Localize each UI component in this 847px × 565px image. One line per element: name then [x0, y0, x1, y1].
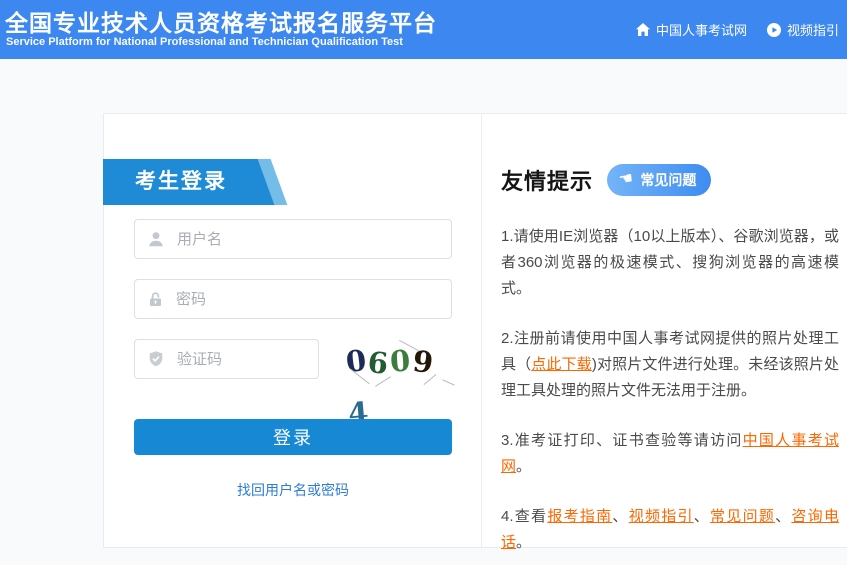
header: 全国专业技术人员资格考试报名服务平台 Service Platform for … — [0, 0, 847, 59]
main-card: 考生登录 06094 — [103, 113, 847, 548]
captcha-noise-line — [442, 379, 454, 385]
nav-link-label: 中国人事考试网 — [656, 20, 747, 39]
captcha-image[interactable]: 06094 — [346, 336, 454, 386]
page: 全国专业技术人员资格考试报名服务平台 Service Platform for … — [0, 0, 847, 565]
username-field — [134, 219, 452, 259]
login-panel-banner: 考生登录 — [103, 159, 279, 205]
tip-item-3: 3.准考证打印、证书查验等请访问中国人事考试网。 — [501, 428, 839, 480]
page-subtitle: Service Platform for National Profession… — [6, 36, 403, 48]
faq-button[interactable]: ☚ 常见问题 — [607, 164, 711, 196]
tip-text: 4.查看 — [501, 508, 547, 525]
tip-text: 、 — [612, 508, 628, 525]
tip-text: 、 — [694, 508, 710, 525]
tip-item-4: 4.查看报考指南、视频指引、常见问题、咨询电话。 — [501, 504, 839, 556]
tip-item-1: 1.请使用IE浏览器（10以上版本）、谷歌浏览器，或者360浏览器的极速模式、搜… — [501, 224, 839, 302]
faq-link[interactable]: 常见问题 — [710, 508, 775, 525]
login-panel-title: 考生登录 — [135, 159, 227, 205]
username-input[interactable] — [175, 230, 451, 249]
exam-guide-link[interactable]: 报考指南 — [547, 508, 612, 525]
shield-check-icon — [147, 350, 165, 368]
video-guide-link[interactable]: 视频指引 — [629, 508, 694, 525]
tips-panel: 友情提示 ☚ 常见问题 1.请使用IE浏览器（10以上版本）、谷歌浏览器，或者3… — [501, 164, 839, 565]
captcha-field — [134, 339, 319, 379]
tip-text: 。 — [516, 458, 531, 475]
user-icon — [147, 230, 165, 248]
recover-account-link[interactable]: 找回用户名或密码 — [134, 480, 452, 500]
nav-link-cpta-site[interactable]: 中国人事考试网 — [636, 20, 747, 39]
captcha-input[interactable] — [175, 350, 318, 369]
tips-header: 友情提示 ☚ 常见问题 — [501, 164, 839, 196]
tip-text: 1.请使用IE浏览器（10以上版本）、谷歌浏览器，或者360浏览器的极速模式、搜… — [501, 228, 839, 297]
tip-text: 、 — [775, 508, 791, 525]
login-button[interactable]: 登录 — [134, 419, 452, 455]
tip-item-2: 2.注册前请使用中国人事考试网提供的照片处理工具（点此下载)对照片文件进行处理。… — [501, 326, 839, 404]
play-icon — [767, 23, 781, 37]
tip-text: 3.准考证打印、证书查验等请访问 — [501, 432, 743, 449]
tips-title: 友情提示 — [501, 164, 593, 196]
captcha-digit: 9 — [409, 336, 437, 388]
tip-text: 。 — [516, 534, 531, 551]
password-input[interactable] — [174, 290, 451, 309]
nav-link-video-guide[interactable]: 视频指引 — [767, 20, 839, 39]
pointing-hand-icon: ☚ — [618, 171, 635, 189]
page-title: 全国专业技术人员资格考试报名服务平台 — [5, 4, 437, 38]
nav-link-label: 视频指引 — [787, 20, 839, 39]
home-icon — [636, 23, 650, 36]
header-nav: 中国人事考试网 视频指引 — [636, 0, 839, 59]
column-divider — [481, 114, 482, 547]
lock-icon — [147, 291, 164, 308]
download-photo-tool-link[interactable]: 点此下载 — [531, 356, 592, 373]
faq-button-label: 常见问题 — [640, 170, 696, 190]
password-field — [134, 279, 452, 319]
